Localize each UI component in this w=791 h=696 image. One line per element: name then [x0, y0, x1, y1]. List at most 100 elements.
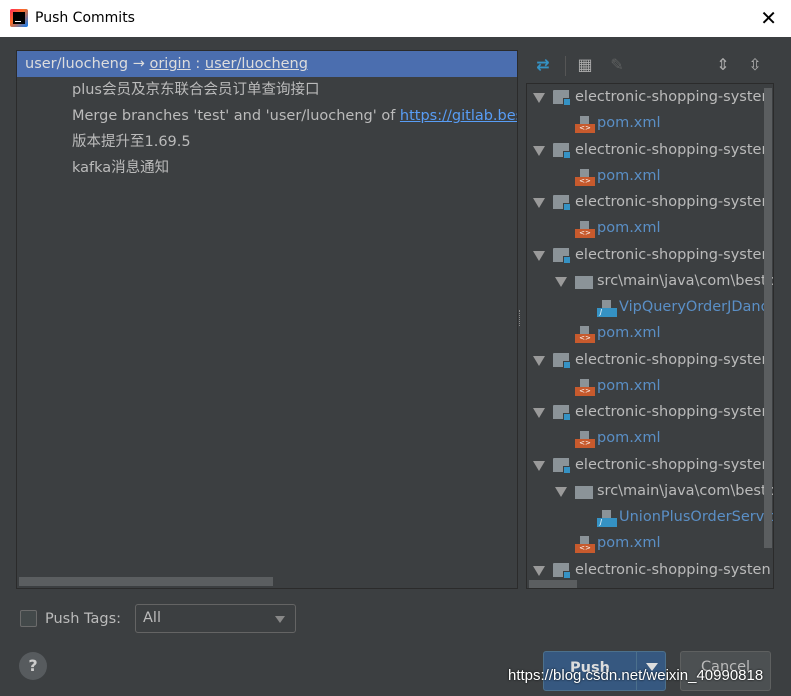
tree-node-package[interactable]: src\main\java\com\bestp: [527, 268, 773, 294]
title-bar: Push Commits ✕: [0, 0, 791, 37]
tags-select-value: All: [143, 610, 161, 626]
tree-node-module[interactable]: electronic-shopping-systen: [527, 557, 773, 583]
commit-message: Merge branches 'test' and 'user/luocheng…: [72, 108, 400, 124]
tree-node-label: src\main\java\com\bestp: [597, 272, 774, 289]
tree-node-label: pom.xml: [597, 377, 661, 394]
tree-node-xml[interactable]: <> pom.xml: [527, 215, 773, 241]
close-icon[interactable]: ✕: [760, 6, 777, 30]
tree-node-label: electronic-shopping-systen: [575, 141, 771, 158]
module-folder-icon: [553, 90, 573, 106]
expand-triangle-icon[interactable]: [533, 198, 545, 208]
commit-item[interactable]: Merge branches 'test' and 'user/luocheng…: [17, 103, 517, 129]
folder-icon: [575, 274, 595, 290]
module-folder-icon: [553, 247, 573, 264]
xml-file-icon: <>: [575, 168, 595, 186]
tree-node-label: electronic-shopping-systen: [575, 456, 771, 473]
horizontal-scrollbar[interactable]: [529, 580, 577, 588]
expand-triangle-icon[interactable]: [533, 355, 545, 366]
expand-triangle-icon[interactable]: [533, 93, 545, 103]
tree-node-package[interactable]: src\main\java\com\bestp: [527, 478, 773, 504]
tree-node-java[interactable]: J UnionPlusOrderServic: [527, 504, 773, 530]
push-tags-label: Push Tags:: [45, 611, 122, 627]
tree-node-xml[interactable]: <> pom.xml: [527, 373, 773, 399]
tree-node-module[interactable]: electronic-shopping-systen: [527, 84, 773, 110]
module-folder-icon: [553, 405, 573, 421]
tree-node-module[interactable]: electronic-shopping-systen: [527, 399, 773, 425]
commit-message: kafka消息通知: [72, 160, 170, 176]
separator: :: [195, 56, 201, 72]
tree-node-label: pom.xml: [597, 325, 661, 342]
arrow: →: [132, 56, 145, 72]
xml-file-icon: <>: [575, 378, 595, 396]
commit-item[interactable]: kafka消息通知: [17, 155, 517, 181]
tree-node-label: pom.xml: [597, 167, 661, 184]
expand-triangle-icon[interactable]: [533, 145, 545, 156]
tree-node-module[interactable]: electronic-shopping-systen: [527, 189, 773, 215]
xml-file-icon: <>: [575, 221, 595, 239]
commit-list[interactable]: user/luocheng → origin : user/luocheng p…: [16, 50, 518, 589]
expand-triangle-icon[interactable]: [555, 276, 567, 287]
folder-icon: [575, 484, 595, 500]
tree-node-module[interactable]: electronic-shopping-systen: [527, 452, 773, 478]
commit-item[interactable]: plus会员及京东联合会员订单查询接口: [17, 77, 517, 103]
tree-node-label: pom.xml: [597, 535, 661, 552]
tree-node-xml[interactable]: <> pom.xml: [527, 530, 773, 556]
remote-link[interactable]: origin: [149, 56, 190, 72]
splitter-handle[interactable]: [519, 310, 522, 326]
commit-item[interactable]: 版本提升至1.69.5: [17, 129, 517, 155]
tree-node-label: electronic-shopping-systen: [575, 246, 771, 263]
java-file-icon: J: [597, 510, 617, 527]
expand-triangle-icon[interactable]: [533, 408, 545, 418]
watermark: https://blog.csdn.net/weixin_40990818: [508, 667, 764, 684]
tree-node-module[interactable]: electronic-shopping-systen: [527, 242, 773, 268]
edit-icon[interactable]: ✎: [606, 54, 628, 76]
tags-select[interactable]: All: [135, 604, 296, 633]
commit-message: 版本提升至1.69.5: [72, 134, 191, 150]
horizontal-scrollbar[interactable]: [19, 577, 273, 586]
remote-branch-link[interactable]: user/luocheng: [205, 56, 308, 72]
java-file-icon: J: [597, 300, 617, 317]
tree-node-xml[interactable]: <> pom.xml: [527, 110, 773, 136]
group-by-icon[interactable]: ▦: [574, 54, 596, 76]
commit-message: plus会员及京东联合会员订单查询接口: [72, 82, 320, 98]
intellij-logo-icon: [10, 9, 28, 27]
xml-file-icon: <>: [575, 326, 595, 344]
module-folder-icon: [553, 142, 573, 159]
module-folder-icon: [553, 457, 573, 474]
tree-node-module[interactable]: electronic-shopping-systen: [527, 137, 773, 163]
tree-node-label: electronic-shopping-systen: [575, 561, 771, 578]
tree-node-label: electronic-shopping-systen: [575, 89, 771, 105]
tree-node-label: VipQueryOrderJDand: [619, 299, 770, 315]
window-title: Push Commits: [35, 10, 135, 26]
expand-triangle-icon[interactable]: [533, 250, 545, 261]
collapse-all-icon[interactable]: ⇳: [744, 54, 766, 76]
help-button[interactable]: ?: [19, 652, 47, 680]
branch-row[interactable]: user/luocheng → origin : user/luocheng: [17, 51, 517, 77]
tree-node-label: electronic-shopping-systen: [575, 194, 771, 210]
push-tags-checkbox[interactable]: [20, 610, 37, 627]
tree-node-xml[interactable]: <> pom.xml: [527, 425, 773, 451]
tree-node-module[interactable]: electronic-shopping-systen: [527, 347, 773, 373]
tree-node-label: electronic-shopping-systen: [575, 351, 771, 368]
tree-node-xml[interactable]: <> pom.xml: [527, 320, 773, 346]
module-folder-icon: [553, 352, 573, 369]
expand-triangle-icon[interactable]: [555, 486, 567, 497]
tree-node-java[interactable]: J VipQueryOrderJDand: [527, 294, 773, 320]
tree-node-xml[interactable]: <> pom.xml: [527, 163, 773, 189]
tree-node-label: UnionPlusOrderServic: [619, 509, 774, 525]
commit-link[interactable]: https://gitlab.best: [400, 108, 517, 124]
expand-triangle-icon[interactable]: [533, 565, 545, 576]
expand-all-icon[interactable]: ⇕: [712, 54, 734, 76]
vertical-scrollbar[interactable]: [764, 88, 772, 548]
tree-node-label: electronic-shopping-systen: [575, 404, 771, 420]
changed-files-tree[interactable]: electronic-shopping-systen <> pom.xml elect…: [526, 83, 774, 589]
tree-node-label: pom.xml: [597, 220, 661, 237]
module-folder-icon: [553, 195, 573, 211]
xml-file-icon: <>: [575, 431, 595, 449]
expand-triangle-icon[interactable]: [533, 460, 545, 471]
tree-node-label: src\main\java\com\bestp: [597, 482, 774, 499]
tree-node-label: pom.xml: [597, 115, 661, 132]
module-folder-icon: [553, 562, 573, 579]
changes-toolbar: ⇄ ▦ ✎ ⇕ ⇳: [526, 50, 776, 80]
show-diff-icon[interactable]: ⇄: [532, 54, 554, 76]
